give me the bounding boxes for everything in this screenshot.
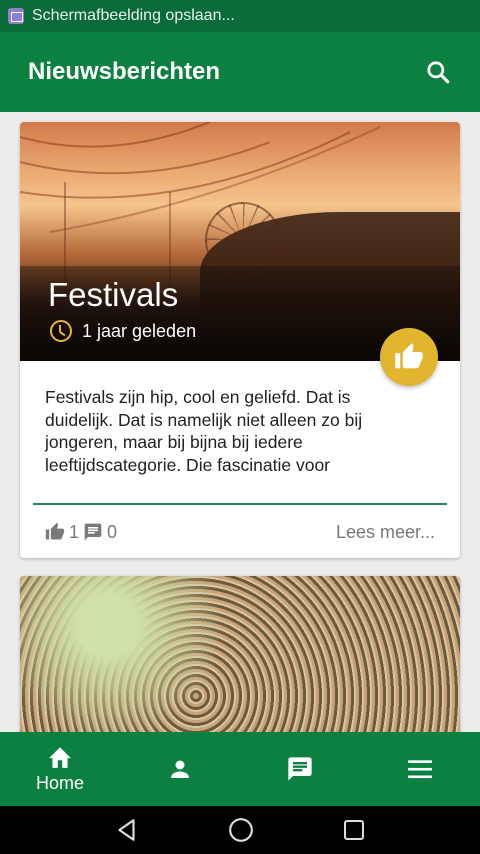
nav-home[interactable]: Home [0,732,120,806]
clock-icon [50,320,72,342]
news-card-title: Festivals [48,276,179,313]
news-card[interactable]: Festivals 1 jaar geleden Festivals zijn … [20,122,460,558]
news-card-timestamp: 1 jaar geleden [50,320,196,342]
news-card-excerpt: Festivals zijn hip, cool en geliefd. Dat… [45,387,363,475]
news-card-image: Festivals 1 jaar geleden [20,122,460,361]
nav-profile[interactable] [120,732,240,806]
news-card-image [20,576,460,732]
comment-icon [84,523,102,541]
nav-messages[interactable] [240,732,360,806]
status-bar: Schermafbeelding opslaan... [0,0,480,32]
news-card-footer: 1 0 Lees meer... [45,520,435,544]
search-button[interactable] [422,56,454,88]
system-navigation-bar [0,806,480,854]
recents-icon[interactable] [342,818,366,842]
back-icon[interactable] [114,817,140,843]
likes-count: 1 [45,522,79,543]
comments-value: 0 [107,521,118,542]
news-feed[interactable]: Festivals 1 jaar geleden Festivals zijn … [0,112,480,732]
page-title: Nieuwsberichten [28,58,221,85]
card-divider [33,503,447,505]
home-icon [49,746,71,768]
person-icon [171,760,189,778]
news-card[interactable] [20,576,460,732]
home-circle-icon[interactable] [228,817,254,843]
read-more-link[interactable]: Lees meer... [336,522,435,543]
thumb-up-icon [395,343,423,369]
like-button[interactable] [380,328,438,386]
app-bar: Nieuwsberichten [0,32,480,112]
nav-menu[interactable] [360,732,480,806]
chat-icon [288,757,312,781]
comments-count: 0 [83,522,117,543]
status-notification-text: Schermafbeelding opslaan... [32,7,235,24]
bottom-navigation: Home [0,732,480,806]
timestamp-label: 1 jaar geleden [82,320,197,341]
screenshot-icon [8,8,24,24]
thumb-up-icon [45,522,65,540]
likes-value: 1 [69,521,80,542]
search-icon [427,61,450,84]
menu-icon [408,760,432,779]
nav-home-label: Home [35,772,84,793]
